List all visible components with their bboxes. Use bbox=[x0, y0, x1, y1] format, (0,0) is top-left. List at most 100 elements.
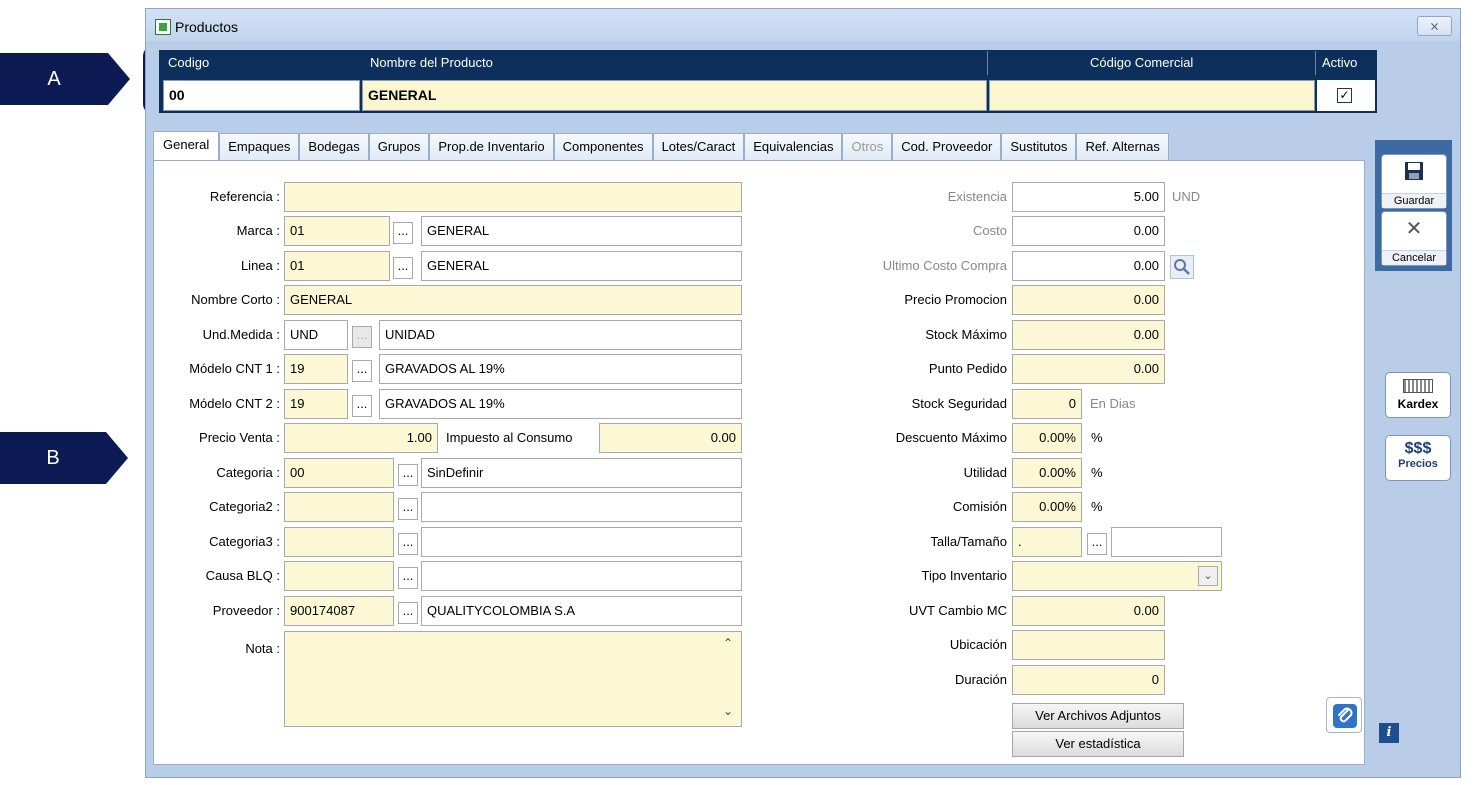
codigo-comercial-field[interactable] bbox=[989, 80, 1315, 111]
attach-button[interactable] bbox=[1326, 697, 1362, 733]
categoria2-code-field[interactable] bbox=[284, 492, 394, 522]
ver-adjuntos-button[interactable]: Ver Archivos Adjuntos bbox=[1012, 703, 1184, 729]
und-medida-code-field[interactable]: UND bbox=[284, 320, 348, 350]
proveedor-code-field[interactable]: 900174087 bbox=[284, 596, 394, 626]
stock-max-field[interactable]: 0.00 bbox=[1012, 320, 1165, 350]
talla-code-field[interactable]: . bbox=[1012, 527, 1082, 557]
paperclip-icon bbox=[1333, 704, 1357, 728]
categoria2-lookup-button[interactable]: ... bbox=[398, 498, 418, 520]
activo-header: Activo bbox=[1322, 55, 1358, 70]
impuesto-field[interactable]: 0.00 bbox=[599, 423, 742, 453]
tab-ref-alternas[interactable]: Ref. Alternas bbox=[1076, 133, 1169, 161]
activo-checkbox[interactable]: ✓ bbox=[1337, 88, 1352, 103]
tab-cod-proveedor[interactable]: Cod. Proveedor bbox=[892, 133, 1002, 161]
causa-lookup-button[interactable]: ... bbox=[398, 567, 418, 589]
info-icon[interactable]: i bbox=[1379, 723, 1399, 743]
guardar-label: Guardar bbox=[1382, 193, 1446, 208]
utilidad-field[interactable]: 0.00% bbox=[1012, 458, 1082, 488]
und-medida-label: Und.Medida : bbox=[202, 327, 280, 342]
tab-componentes[interactable]: Componentes bbox=[553, 133, 653, 161]
kardex-button[interactable]: Kardex bbox=[1385, 372, 1451, 418]
punto-pedido-label: Punto Pedido bbox=[928, 361, 1007, 376]
modelo2-lookup-button[interactable]: ... bbox=[352, 395, 372, 417]
nota-scroll-down-icon[interactable]: ⌄ bbox=[721, 704, 735, 718]
kardex-label: Kardex bbox=[1397, 397, 1439, 411]
ubicacion-label: Ubicación bbox=[949, 637, 1007, 652]
talla-label: Talla/Tamaño bbox=[930, 534, 1007, 549]
codigo-field[interactable]: 00 bbox=[163, 80, 360, 111]
modelo2-name-field: GRAVADOS AL 19% bbox=[379, 389, 742, 419]
categoria-lookup-button[interactable]: ... bbox=[398, 464, 418, 486]
precios-symbol: $$$ bbox=[1404, 440, 1432, 457]
chevron-down-icon[interactable]: ⌄ bbox=[1198, 566, 1218, 586]
categoria3-lookup-button[interactable]: ... bbox=[398, 533, 418, 555]
utilidad-label: Utilidad bbox=[963, 465, 1007, 480]
tab-general[interactable]: General bbox=[153, 131, 220, 161]
search-icon[interactable] bbox=[1170, 255, 1194, 279]
existencia-unit: UND bbox=[1172, 189, 1201, 204]
precio-venta-field[interactable]: 1.00 bbox=[284, 423, 438, 453]
categoria-label: Categoria : bbox=[216, 465, 280, 480]
nota-scroll-up-icon[interactable]: ⌃ bbox=[721, 636, 735, 650]
categoria3-code-field[interactable] bbox=[284, 527, 394, 557]
categoria3-label: Categoria3 : bbox=[209, 534, 280, 549]
nombre-corto-field[interactable]: GENERAL bbox=[284, 285, 742, 315]
codigo-header: Codigo bbox=[168, 55, 210, 70]
duracion-label: Duración bbox=[954, 672, 1007, 687]
comision-field[interactable]: 0.00% bbox=[1012, 492, 1082, 522]
linea-label: Linea : bbox=[240, 258, 280, 273]
uvt-field[interactable]: 0.00 bbox=[1012, 596, 1165, 626]
categoria2-label: Categoria2 : bbox=[209, 499, 280, 514]
nombre-corto-label: Nombre Corto : bbox=[191, 292, 280, 307]
precios-button[interactable]: $$$ Precios bbox=[1385, 435, 1451, 481]
tab-lotes[interactable]: Lotes/Caract bbox=[652, 133, 745, 161]
nota-textarea[interactable] bbox=[284, 631, 742, 727]
modelo1-code-field[interactable]: 19 bbox=[284, 354, 348, 384]
ver-estadistica-button[interactable]: Ver estadística bbox=[1012, 731, 1184, 757]
proveedor-lookup-button[interactable]: ... bbox=[398, 602, 418, 624]
causa-code-field[interactable] bbox=[284, 561, 394, 591]
stock-seg-label: Stock Seguridad bbox=[911, 396, 1007, 411]
talla-lookup-button[interactable]: ... bbox=[1087, 533, 1107, 555]
close-button[interactable]: ⨯ bbox=[1417, 16, 1452, 36]
cancelar-button[interactable]: ✕ Cancelar bbox=[1381, 211, 1447, 266]
modelo1-lookup-button[interactable]: ... bbox=[352, 360, 372, 382]
precio-promo-field[interactable]: 0.00 bbox=[1012, 285, 1165, 315]
categoria-name-field: SinDefinir bbox=[421, 458, 742, 488]
callout-b: B bbox=[0, 432, 138, 484]
kardex-icon bbox=[1403, 379, 1433, 393]
proveedor-name-field: QUALITYCOLOMBIA S.A bbox=[421, 596, 742, 626]
tab-grupos[interactable]: Grupos bbox=[368, 133, 430, 161]
nombre-field[interactable]: GENERAL bbox=[362, 80, 987, 111]
tab-otros[interactable]: Otros bbox=[842, 133, 893, 161]
tipo-inv-label: Tipo Inventario bbox=[921, 568, 1007, 583]
tab-empaques[interactable]: Empaques bbox=[219, 133, 300, 161]
tab-sustitutos[interactable]: Sustitutos bbox=[1001, 133, 1077, 161]
und-medida-lookup-button[interactable]: ... bbox=[352, 326, 372, 348]
window-title: Productos bbox=[175, 19, 239, 35]
referencia-field[interactable] bbox=[284, 182, 742, 212]
desc-max-field[interactable]: 0.00% bbox=[1012, 423, 1082, 453]
codigo-comercial-header: Código Comercial bbox=[1090, 55, 1194, 70]
tab-bar: General Empaques Bodegas Grupos Prop.de … bbox=[153, 131, 1169, 161]
duracion-field[interactable]: 0 bbox=[1012, 665, 1165, 695]
tab-bodegas[interactable]: Bodegas bbox=[299, 133, 369, 161]
marca-code-field[interactable]: 01 bbox=[284, 216, 390, 246]
existencia-label: Existencia bbox=[947, 189, 1007, 204]
modelo2-code-field[interactable]: 19 bbox=[284, 389, 348, 419]
stock-seg-field[interactable]: 0 bbox=[1012, 389, 1082, 419]
marca-lookup-button[interactable]: ... bbox=[393, 222, 413, 244]
ultimo-costo-field: 0.00 bbox=[1012, 251, 1165, 281]
categoria-code-field[interactable]: 00 bbox=[284, 458, 394, 488]
referencia-label: Referencia : bbox=[209, 189, 280, 204]
tipo-inv-select[interactable] bbox=[1012, 561, 1222, 591]
proveedor-label: Proveedor : bbox=[212, 603, 280, 618]
guardar-button[interactable]: Guardar bbox=[1381, 154, 1447, 209]
punto-pedido-field[interactable]: 0.00 bbox=[1012, 354, 1165, 384]
ubicacion-field[interactable] bbox=[1012, 630, 1165, 660]
tab-equivalencias[interactable]: Equivalencias bbox=[744, 133, 843, 161]
nombre-header: Nombre del Producto bbox=[370, 55, 493, 70]
tab-prop-inventario[interactable]: Prop.de Inventario bbox=[429, 133, 554, 161]
linea-lookup-button[interactable]: ... bbox=[393, 257, 413, 279]
linea-code-field[interactable]: 01 bbox=[284, 251, 390, 281]
